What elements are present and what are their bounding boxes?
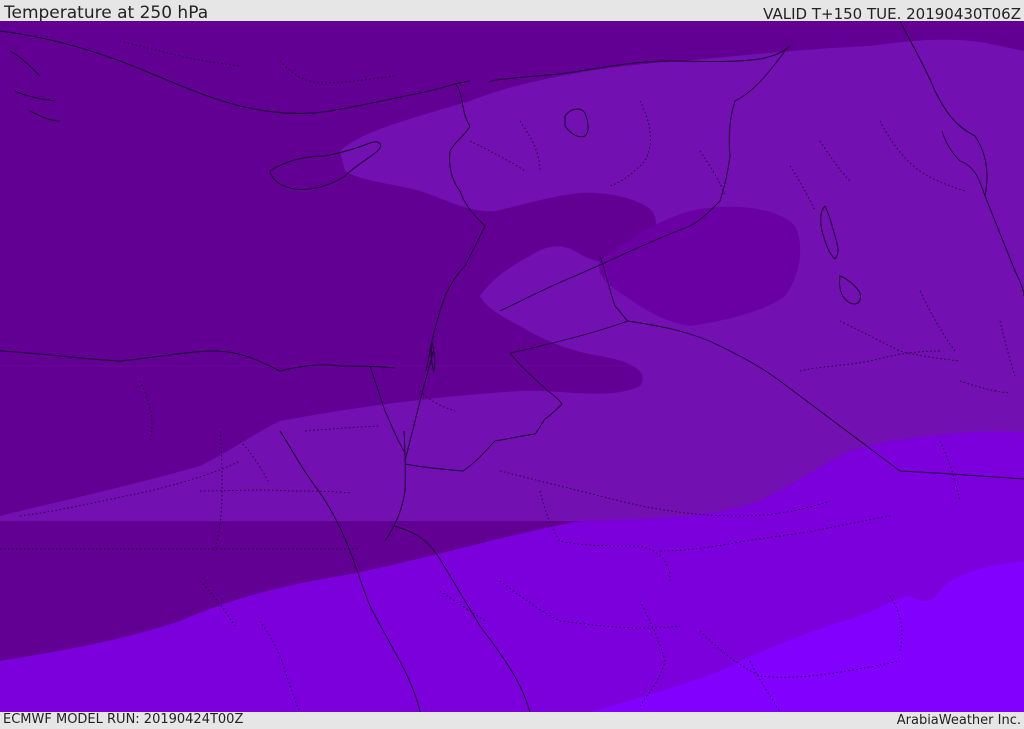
map-viewer: Temperature at 250 hPa VALID T+150 TUE. … [0,0,1024,729]
model-run-label: ECMWF MODEL RUN: 20190424T00Z [3,712,244,727]
map-canvas[interactable] [0,21,1024,712]
footer-bar: ECMWF MODEL RUN: 20190424T00Z ArabiaWeat… [0,712,1024,729]
header-bar: Temperature at 250 hPa VALID T+150 TUE. … [0,0,1024,23]
map-svg [0,21,1024,712]
map-title: Temperature at 250 hPa [4,3,209,23]
credit-label: ArabiaWeather Inc. [896,713,1021,728]
